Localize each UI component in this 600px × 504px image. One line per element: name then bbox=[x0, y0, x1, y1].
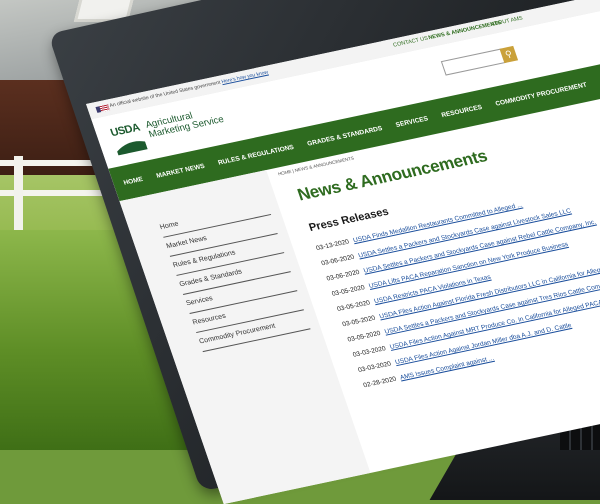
release-date: 03-03-2020 bbox=[357, 360, 393, 375]
nav-item-grades-standards[interactable]: GRADES & STANDARDS bbox=[306, 125, 383, 148]
about-ams-link[interactable]: ABOUT AMS bbox=[490, 15, 523, 27]
release-date: 03-05-2020 bbox=[330, 284, 366, 298]
nav-item-market-news[interactable]: MARKET NEWS bbox=[155, 162, 205, 179]
section-title: Press Releases bbox=[307, 205, 391, 234]
release-date: 02-28-2020 bbox=[362, 375, 398, 390]
release-date: 03-03-2020 bbox=[351, 345, 387, 359]
release-date: 03-05-2020 bbox=[336, 299, 372, 314]
fence-post bbox=[14, 156, 23, 234]
release-date: 03-05-2020 bbox=[341, 314, 377, 329]
nav-item-resources[interactable]: RESOURCES bbox=[440, 103, 483, 118]
nav-item-commodity-procurement[interactable]: COMMODITY PROCUREMENT bbox=[494, 81, 587, 107]
nav-item-services[interactable]: SERVICES bbox=[395, 115, 429, 128]
us-flag-icon bbox=[95, 104, 111, 113]
release-date: 03-06-2020 bbox=[320, 253, 356, 268]
contact-us-link[interactable]: CONTACT US bbox=[392, 36, 428, 49]
search-icon: ⚲ bbox=[503, 48, 514, 60]
nav-item-rules-regulations[interactable]: RULES & REGULATIONS bbox=[217, 143, 295, 166]
search-input[interactable] bbox=[440, 48, 507, 76]
release-date: 03-13-2020 bbox=[315, 238, 351, 253]
agency-name: Agricultural Marketing Service bbox=[144, 110, 226, 141]
release-date: 03-06-2020 bbox=[325, 268, 361, 283]
release-date: 03-05-2020 bbox=[346, 329, 382, 344]
list-item: 02-28-2020 AMS Issues Complaint against … bbox=[362, 355, 495, 389]
nav-item-home[interactable]: HOME bbox=[123, 176, 144, 187]
